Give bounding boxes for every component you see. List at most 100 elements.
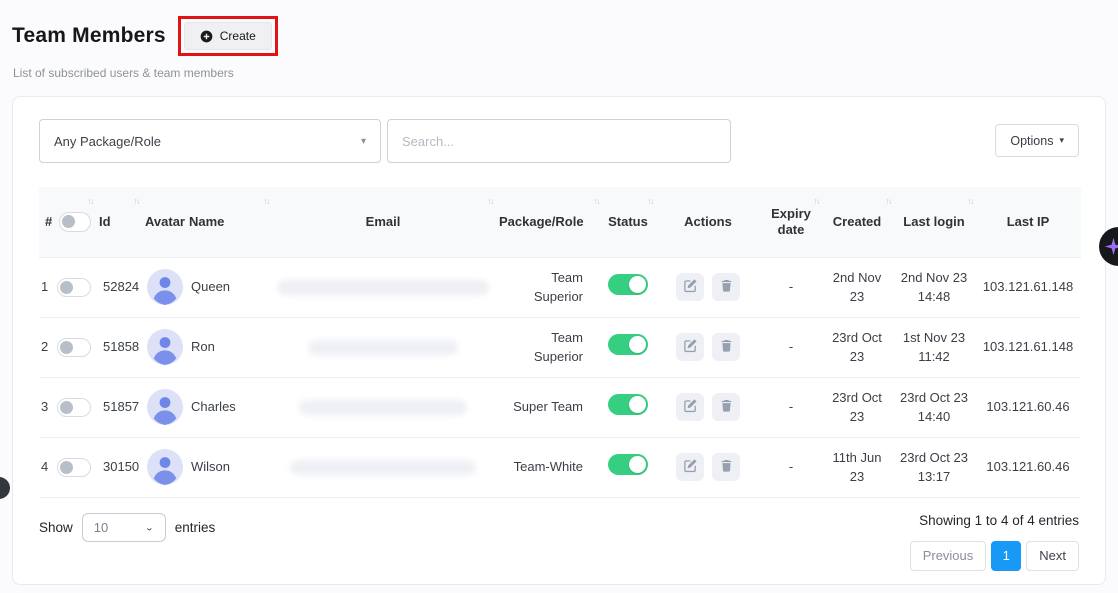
package-role: Team Superior bbox=[534, 330, 583, 365]
column-header-label: Name bbox=[189, 214, 224, 229]
edit-button[interactable] bbox=[676, 333, 704, 361]
member-name-cell: Ron bbox=[185, 317, 271, 377]
package-role: Super Team bbox=[513, 399, 583, 414]
member-id-cell: 52824 bbox=[95, 257, 141, 317]
last-ip: 103.121.60.46 bbox=[986, 459, 1069, 474]
sort-icon[interactable]: ↑↓ bbox=[594, 196, 600, 207]
column-header-[interactable]: # ↑↓ bbox=[39, 187, 95, 257]
search-input[interactable] bbox=[387, 119, 731, 163]
column-header-name[interactable]: Name ↑↓ bbox=[185, 187, 271, 257]
left-edge-handle[interactable] bbox=[0, 477, 10, 499]
sort-icon[interactable]: ↑↓ bbox=[264, 196, 270, 207]
filter-row: Any Package/Role ▾ Options ▾ bbox=[39, 119, 1079, 163]
edit-icon bbox=[683, 338, 698, 356]
column-header-id[interactable]: Id ↑↓ bbox=[95, 187, 141, 257]
delete-button[interactable] bbox=[712, 333, 740, 361]
trash-icon bbox=[720, 398, 733, 416]
sort-icon[interactable]: ↑↓ bbox=[886, 196, 892, 207]
member-email-cell bbox=[271, 317, 495, 377]
last-login: 23rd Oct 23 13:17 bbox=[900, 450, 968, 485]
edit-button[interactable] bbox=[676, 393, 704, 421]
edit-icon bbox=[683, 278, 698, 296]
column-header-last-ip: Last IP bbox=[975, 187, 1081, 257]
member-email-cell bbox=[271, 377, 495, 437]
trash-icon bbox=[720, 458, 733, 476]
sort-icon[interactable]: ↑↓ bbox=[488, 196, 494, 207]
expiry-date: - bbox=[789, 279, 793, 294]
last-ip: 103.121.61.148 bbox=[983, 279, 1073, 294]
column-header-created[interactable]: Created ↑↓ bbox=[821, 187, 893, 257]
sort-icon[interactable]: ↑↓ bbox=[814, 196, 820, 207]
entries-label: entries bbox=[175, 520, 216, 535]
last-ip-cell: 103.121.60.46 bbox=[975, 437, 1081, 497]
actions-cell bbox=[655, 317, 761, 377]
page-header: Team Members Create bbox=[12, 16, 278, 56]
column-header-expiry-date[interactable]: Expiry date↑↓ bbox=[761, 187, 821, 257]
column-header-email[interactable]: Email↑↓ bbox=[271, 187, 495, 257]
actions-cell bbox=[655, 257, 761, 317]
member-email-cell bbox=[271, 257, 495, 317]
column-header-status[interactable]: Status↑↓ bbox=[601, 187, 655, 257]
package-role-cell: Team-White bbox=[495, 437, 601, 497]
status-toggle[interactable] bbox=[608, 334, 648, 355]
last-ip: 103.121.61.148 bbox=[983, 339, 1073, 354]
column-header-label: # bbox=[45, 214, 52, 230]
pagination-page-1-button[interactable]: 1 bbox=[991, 541, 1021, 571]
status-cell bbox=[601, 317, 655, 377]
member-id: 52824 bbox=[103, 279, 139, 294]
sort-icon[interactable]: ↑↓ bbox=[88, 196, 94, 207]
created-cell: 23rd Oct 23 bbox=[821, 317, 893, 377]
last-login-cell: 1st Nov 23 11:42 bbox=[893, 317, 975, 377]
sort-icon[interactable]: ↑↓ bbox=[968, 196, 974, 207]
column-header-package-role[interactable]: Package/Role↑↓ bbox=[495, 187, 601, 257]
column-header-label: Created bbox=[833, 214, 881, 229]
member-name-cell: Charles bbox=[185, 377, 271, 437]
row-select-toggle[interactable] bbox=[57, 338, 91, 357]
delete-button[interactable] bbox=[712, 453, 740, 481]
sort-icon[interactable]: ↑↓ bbox=[648, 196, 654, 207]
redacted-email bbox=[277, 280, 489, 295]
select-all-toggle[interactable] bbox=[59, 212, 91, 232]
expiry-date-cell: - bbox=[761, 257, 821, 317]
status-toggle[interactable] bbox=[608, 394, 648, 415]
page-size-select[interactable]: 10 ⌄ bbox=[82, 513, 166, 542]
page-size-group: Show 10 ⌄ entries bbox=[39, 513, 215, 542]
row-index-cell: 4 bbox=[39, 437, 95, 497]
column-header-label: Id bbox=[99, 214, 111, 229]
pagination-next-button[interactable]: Next bbox=[1026, 541, 1079, 571]
redacted-email bbox=[308, 340, 458, 355]
expiry-date: - bbox=[789, 459, 793, 474]
sort-icon[interactable]: ↑↓ bbox=[134, 196, 140, 207]
column-header-actions: Actions bbox=[655, 187, 761, 257]
column-header-label: Expiry date bbox=[771, 206, 811, 237]
delete-button[interactable] bbox=[712, 393, 740, 421]
edit-button[interactable] bbox=[676, 453, 704, 481]
created-date: 2nd Nov 23 bbox=[833, 270, 881, 305]
row-index-cell: 1 bbox=[39, 257, 95, 317]
chevron-down-icon: ⌄ bbox=[145, 522, 154, 532]
row-select-toggle[interactable] bbox=[57, 398, 91, 417]
table-body: 152824QueenTeam Superior-2nd Nov 232nd N… bbox=[39, 257, 1081, 497]
status-toggle[interactable] bbox=[608, 274, 648, 295]
edit-icon bbox=[683, 458, 698, 476]
trash-icon bbox=[720, 338, 733, 356]
column-header-last-login[interactable]: Last login ↑↓ bbox=[893, 187, 975, 257]
column-header-label: Last login bbox=[903, 214, 964, 229]
pagination: Previous 1 Next bbox=[910, 541, 1079, 571]
edit-button[interactable] bbox=[676, 273, 704, 301]
status-cell bbox=[601, 437, 655, 497]
last-login-cell: 23rd Oct 23 13:17 bbox=[893, 437, 975, 497]
options-button[interactable]: Options ▾ bbox=[995, 124, 1079, 157]
member-id-cell: 30150 bbox=[95, 437, 141, 497]
table-row: 351857CharlesSuper Team-23rd Oct 2323rd … bbox=[39, 377, 1081, 437]
create-button[interactable]: Create bbox=[184, 22, 272, 50]
status-toggle[interactable] bbox=[608, 454, 648, 475]
member-name-cell: Wilson bbox=[185, 437, 271, 497]
row-select-toggle[interactable] bbox=[57, 278, 91, 297]
edit-icon bbox=[683, 398, 698, 416]
package-role: Team Superior bbox=[534, 270, 583, 305]
package-role-filter-select[interactable]: Any Package/Role ▾ bbox=[39, 119, 381, 163]
row-select-toggle[interactable] bbox=[57, 458, 91, 477]
delete-button[interactable] bbox=[712, 273, 740, 301]
pagination-previous-button[interactable]: Previous bbox=[910, 541, 987, 571]
